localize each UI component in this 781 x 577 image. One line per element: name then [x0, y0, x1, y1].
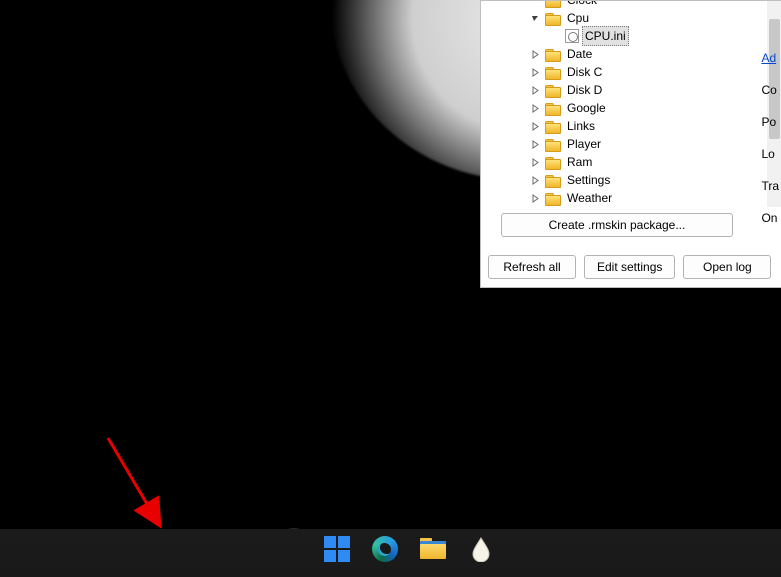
tree-item-label: CPU.ini [582, 26, 629, 46]
edge-button[interactable] [370, 534, 400, 564]
tree-folder-item[interactable]: Weather [501, 189, 781, 207]
active-skins-link[interactable]: Ad [761, 42, 779, 74]
tree-folder-item[interactable]: Clock [501, 1, 781, 9]
tree-folder-item[interactable]: Ram [501, 153, 781, 171]
taskbar [0, 529, 781, 577]
file-explorer-button[interactable] [418, 534, 448, 564]
tree-folder-item[interactable]: Settings [501, 171, 781, 189]
tree-item-label: Google [565, 99, 608, 117]
tree-folder-item[interactable]: Player [501, 135, 781, 153]
folder-icon [545, 12, 561, 25]
taskbar-center [322, 534, 496, 564]
open-log-button[interactable]: Open log [683, 255, 771, 279]
chevron-right-icon[interactable] [530, 193, 541, 204]
tree-folder-item[interactable]: Links [501, 117, 781, 135]
tree-folder-item[interactable]: Disk C [501, 63, 781, 81]
rainmeter-button[interactable] [466, 534, 496, 564]
rainmeter-manage-dialog: ClockCpuCPU.iniDateDisk CDisk DGoogleLin… [480, 0, 781, 288]
chevron-right-icon[interactable] [530, 139, 541, 150]
raindrop-icon [470, 536, 492, 562]
side-label: Po [761, 106, 779, 138]
windows-icon [324, 536, 350, 562]
skins-tree[interactable]: ClockCpuCPU.iniDateDisk CDisk DGoogleLin… [501, 1, 781, 207]
edge-icon [372, 536, 398, 562]
chevron-right-icon[interactable] [530, 49, 541, 60]
tree-item-label: Cpu [565, 9, 591, 27]
folder-icon [545, 138, 561, 151]
tree-item-label: Clock [565, 1, 599, 9]
folder-icon [545, 120, 561, 133]
tree-folder-item[interactable]: Google [501, 99, 781, 117]
tree-item-label: Ram [565, 153, 594, 171]
annotation-arrow [100, 432, 180, 542]
tree-file-item[interactable]: CPU.ini [501, 27, 781, 45]
tree-folder-item[interactable]: Disk D [501, 81, 781, 99]
chevron-right-icon[interactable] [530, 103, 541, 114]
refresh-all-button[interactable]: Refresh all [488, 255, 576, 279]
folder-icon [545, 156, 561, 169]
side-label: Co [761, 74, 779, 106]
chevron-right-icon[interactable] [530, 175, 541, 186]
tree-item-label: Settings [565, 171, 612, 189]
dialog-button-row: Refresh all Edit settings Open log [481, 255, 781, 279]
side-label: Lo [761, 138, 779, 170]
tree-item-label: Disk D [565, 81, 604, 99]
tree-item-label: Weather [565, 189, 614, 207]
create-rmskin-button[interactable]: Create .rmskin package... [501, 213, 733, 237]
tree-folder-item[interactable]: Date [501, 45, 781, 63]
folder-icon [545, 48, 561, 61]
chevron-right-icon[interactable] [530, 85, 541, 96]
chevron-right-icon[interactable] [530, 67, 541, 78]
chevron-right-icon[interactable] [530, 157, 541, 168]
folder-icon [420, 538, 446, 560]
tree-item-label: Player [565, 135, 603, 153]
folder-icon [545, 84, 561, 97]
tree-item-label: Disk C [565, 63, 604, 81]
folder-icon [545, 192, 561, 205]
tree-item-label: Links [565, 117, 597, 135]
tree-folder-item[interactable]: Cpu [501, 9, 781, 27]
edit-settings-button[interactable]: Edit settings [584, 255, 675, 279]
tree-item-label: Date [565, 45, 594, 63]
start-button[interactable] [322, 534, 352, 564]
folder-icon [545, 174, 561, 187]
side-label: Tra [761, 170, 779, 202]
folder-icon [545, 66, 561, 79]
side-label: On [761, 202, 779, 234]
folder-icon [545, 102, 561, 115]
chevron-right-icon[interactable] [530, 121, 541, 132]
dialog-right-labels: Ad Co Po Lo Tra On [761, 42, 779, 234]
chevron-down-icon[interactable] [530, 13, 541, 24]
folder-icon [545, 1, 561, 7]
ini-file-icon [565, 29, 579, 43]
